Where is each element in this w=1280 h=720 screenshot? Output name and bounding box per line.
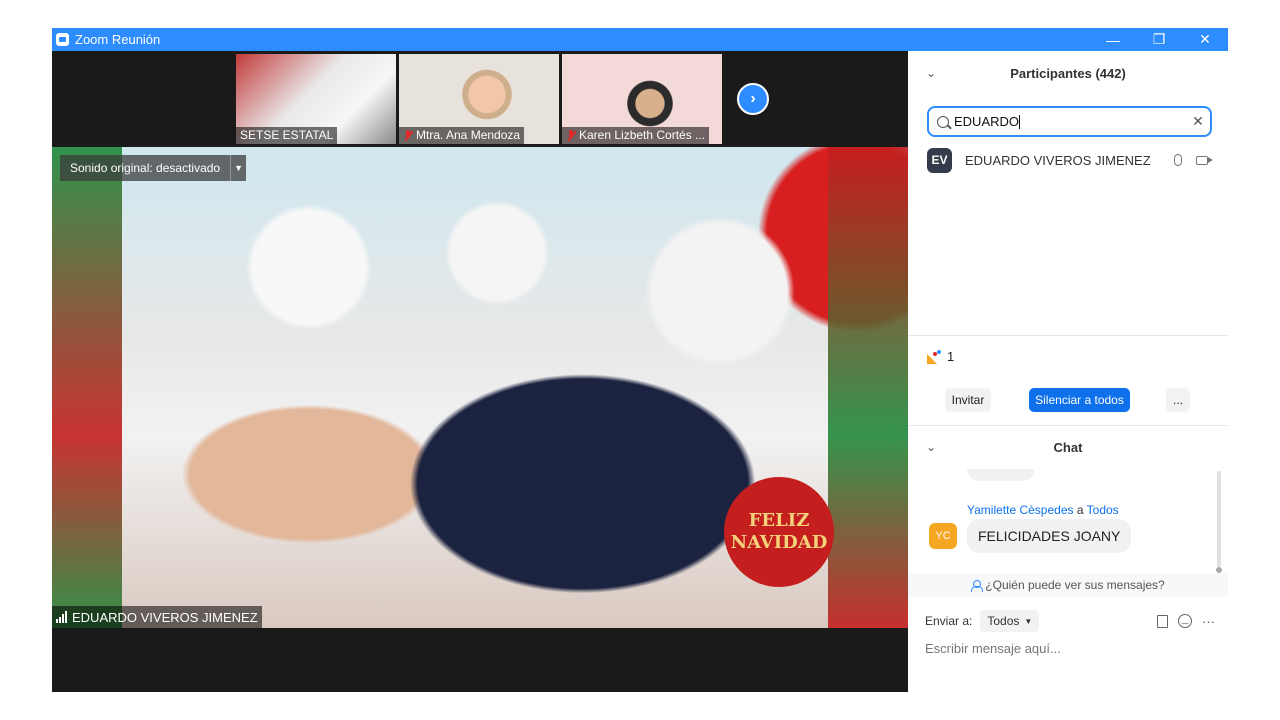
collapse-chevron-icon[interactable]: ⌄ (926, 440, 936, 454)
microphone-icon[interactable] (1174, 154, 1182, 166)
close-button[interactable]: ✕ (1182, 28, 1228, 51)
send-to-value: Todos (987, 614, 1020, 628)
chevron-down-icon[interactable]: ▼ (230, 155, 246, 181)
participant-name: EDUARDO VIVEROS JIMENEZ (965, 152, 1151, 168)
thumbnail-video[interactable]: SETSE ESTATAL (236, 54, 396, 144)
mute-all-button[interactable]: Silenciar a todos (1029, 388, 1130, 412)
party-popper-icon (927, 349, 941, 364)
search-icon (937, 115, 949, 128)
send-to-label: Enviar a: (925, 614, 973, 628)
reaction-count: 1 (947, 349, 955, 364)
divider (908, 335, 1228, 336)
active-speaker-video: FELIZ NAVIDAD Sonido original: desactiva… (52, 147, 908, 628)
message-meta: Yamilette Cèspedes a Todos (967, 503, 1119, 517)
clear-search-icon[interactable]: ✕ (1186, 113, 1210, 130)
mic-muted-icon (566, 129, 576, 142)
zoom-window: Zoom Reunión — ❐ ✕ SETSE ESTATAL Mtra. A… (52, 28, 1228, 692)
background-decoration (828, 147, 908, 628)
chat-tools: ‿ ··· (1157, 614, 1215, 629)
thumbnail-strip: SETSE ESTATAL Mtra. Ana Mendoza Karen Li… (236, 54, 722, 144)
send-to-row: Enviar a: Todos ▼ ‿ ··· (925, 609, 1215, 633)
invite-button[interactable]: Invitar (945, 388, 991, 412)
background-decoration (52, 147, 122, 628)
speaker-name: EDUARDO VIVEROS JIMENEZ (72, 609, 258, 625)
thumbnail-label: SETSE ESTATAL (236, 127, 338, 144)
more-icon[interactable]: ··· (1202, 614, 1215, 629)
mic-muted-icon (403, 129, 413, 142)
thumbnail-name: Karen Lizbeth Cortés ... (579, 128, 706, 142)
collapse-chevron-icon[interactable]: ⌄ (926, 66, 936, 80)
thumbnail-video[interactable]: Karen Lizbeth Cortés ... (562, 54, 722, 144)
file-icon[interactable] (1157, 614, 1168, 628)
message-connector: a (1076, 503, 1084, 517)
next-page-button[interactable]: › (737, 83, 769, 115)
video-area: SETSE ESTATAL Mtra. Ana Mendoza Karen Li… (52, 51, 908, 692)
chevron-down-icon: ▼ (1024, 616, 1033, 626)
avatar: EV (927, 147, 952, 173)
window-controls: — ❐ ✕ (1090, 28, 1228, 51)
thumbnail-label: Karen Lizbeth Cortés ... (562, 127, 710, 144)
restore-button[interactable]: ❐ (1136, 28, 1182, 51)
thumbnail-name: SETSE ESTATAL (240, 128, 334, 142)
original-sound-toggle[interactable]: Sonido original: desactivado ▼ (60, 155, 247, 181)
message-sender[interactable]: Yamilette Cèspedes (967, 503, 1074, 517)
participant-search-input[interactable]: EDUARDO ✕ (927, 106, 1212, 137)
chat-header: ⌄ Chat (908, 425, 1228, 469)
signal-strength-icon (56, 611, 67, 623)
camera-icon[interactable] (1196, 155, 1213, 165)
chat-message-input[interactable] (925, 637, 1215, 659)
avatar: YC (929, 523, 957, 549)
send-to-select[interactable]: Todos ▼ (980, 610, 1040, 632)
message-bubble: FELICIDADES JOANY (967, 519, 1132, 553)
window-title: Zoom Reunión (75, 32, 161, 47)
reaction-counter: 1 (927, 349, 954, 364)
participant-row[interactable]: EV EDUARDO VIVEROS JIMENEZ (927, 147, 1213, 173)
participants-title: Participantes (442) (1010, 65, 1126, 81)
title-bar: Zoom Reunión — ❐ ✕ (52, 28, 1228, 51)
privacy-text: ¿Quién puede ver sus mensajes? (985, 578, 1165, 592)
person-icon (971, 579, 984, 592)
chat-messages[interactable]: Yamilette Cèspedes a Todos YC FELICIDADE… (908, 469, 1228, 571)
emoji-icon[interactable]: ‿ (1178, 614, 1192, 628)
original-sound-label: Sonido original: desactivado (70, 161, 221, 175)
zoom-logo-icon (56, 33, 69, 46)
thumbnail-video[interactable]: Mtra. Ana Mendoza (399, 54, 559, 144)
chevron-right-icon: › (750, 90, 756, 107)
chat-scrollbar[interactable] (1216, 471, 1222, 573)
message-recipient[interactable]: Todos (1087, 503, 1119, 517)
search-value: EDUARDO (954, 113, 1021, 130)
side-panel: ⌄ Participantes (442) EDUARDO ✕ EV EDUAR… (908, 51, 1228, 692)
feliz-navidad-ornament: FELIZ NAVIDAD (724, 477, 834, 587)
more-options-button[interactable]: ... (1166, 388, 1190, 412)
speaker-name-label: EDUARDO VIVEROS JIMENEZ (52, 606, 262, 628)
participants-header: ⌄ Participantes (442) (908, 51, 1228, 95)
previous-message-bubble (967, 469, 1035, 481)
minimize-button[interactable]: — (1090, 28, 1136, 51)
thumbnail-name: Mtra. Ana Mendoza (416, 128, 521, 142)
thumbnail-label: Mtra. Ana Mendoza (399, 127, 525, 144)
chat-title: Chat (1053, 439, 1083, 455)
message-privacy-link[interactable]: ¿Quién puede ver sus mensajes? (908, 573, 1228, 597)
